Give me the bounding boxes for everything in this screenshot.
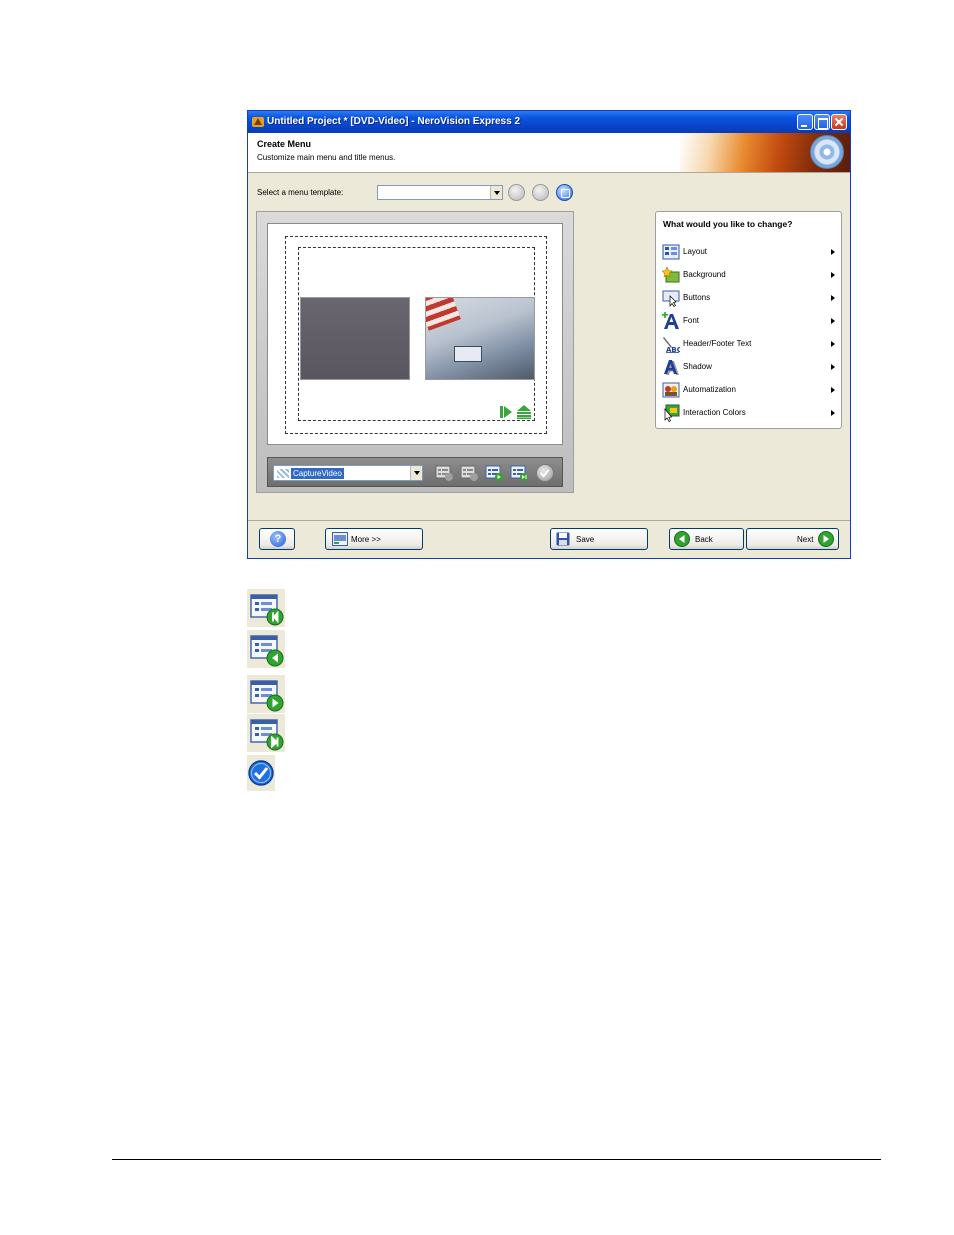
previous-menu-icon[interactable] <box>460 465 479 481</box>
maximize-button[interactable] <box>814 114 830 130</box>
scene-image-detail <box>454 346 482 362</box>
back-button-label: Back <box>695 535 713 544</box>
option-buttons[interactable]: Buttons <box>662 288 838 308</box>
chevron-down-icon[interactable] <box>490 186 502 199</box>
chevron-right-icon <box>831 272 835 278</box>
chevron-right-icon <box>831 387 835 393</box>
preview-toolbar: CaptureVideo <box>267 457 563 487</box>
first-menu-legend-icon <box>247 589 285 627</box>
previous-menu-legend-icon <box>247 630 285 668</box>
background-icon <box>662 266 680 283</box>
font-icon <box>662 312 679 329</box>
chevron-right-icon <box>831 341 835 347</box>
title-bar[interactable]: Untitled Project * [DVD-Video] - NeroVis… <box>248 111 850 133</box>
buttons-icon <box>662 290 680 307</box>
next-menu-icon[interactable] <box>485 465 504 481</box>
check-legend-icon <box>247 755 275 791</box>
template-option-button-2[interactable] <box>532 184 549 201</box>
menu-chip-icon <box>277 469 289 478</box>
next-button-label: Next <box>797 535 814 544</box>
next-button[interactable]: Next <box>746 528 839 550</box>
arrow-right-icon <box>818 531 834 547</box>
flag-image-detail <box>426 298 461 331</box>
more-options-icon <box>332 532 348 546</box>
help-button[interactable]: ? <box>259 528 295 550</box>
option-automatization[interactable]: Automatization <box>662 380 838 400</box>
option-background[interactable]: Background <box>662 265 838 285</box>
help-icon: ? <box>270 531 286 547</box>
option-label: Background <box>683 270 726 279</box>
title-thumbnail-1[interactable] <box>300 297 410 380</box>
menu-nav-buttons <box>499 405 533 419</box>
option-header-footer-text[interactable]: ABC Header/Footer Text <box>662 334 838 354</box>
safe-area-inner <box>298 247 535 421</box>
footer-separator <box>248 520 850 521</box>
chevron-right-icon <box>831 410 835 416</box>
save-button-label: Save <box>576 535 595 544</box>
automatization-icon <box>662 382 680 398</box>
template-option-button-1[interactable] <box>508 184 525 201</box>
more-button[interactable]: More >> <box>325 528 423 550</box>
wizard-header: Create Menu Customize main menu and titl… <box>248 133 850 173</box>
option-label: Header/Footer Text <box>683 339 752 348</box>
header-footer-text-icon: ABC <box>663 337 680 353</box>
chevron-right-icon <box>831 318 835 324</box>
option-label: Font <box>683 316 700 325</box>
title-thumbnail-2[interactable] <box>425 297 535 380</box>
interaction-colors-icon <box>664 404 680 422</box>
option-shadow[interactable]: Shadow <box>662 357 838 377</box>
option-interaction-colors[interactable]: Interaction Colors <box>662 403 838 423</box>
chevron-right-icon <box>831 249 835 255</box>
chevron-right-icon <box>831 364 835 370</box>
svg-text:ABC: ABC <box>666 346 680 353</box>
menu-select[interactable]: CaptureVideo <box>273 465 423 481</box>
option-label: Layout <box>683 247 708 256</box>
change-panel-title: What would you like to change? <box>663 219 793 229</box>
option-font[interactable]: Font <box>662 311 838 331</box>
page-title: Create Menu <box>257 139 312 149</box>
chevron-down-icon[interactable] <box>410 466 422 480</box>
floppy-disk-icon <box>556 532 570 546</box>
last-menu-icon[interactable] <box>510 465 529 481</box>
disc-icon <box>810 135 844 169</box>
minimize-button[interactable] <box>797 114 813 130</box>
close-button[interactable] <box>831 114 847 130</box>
menu-preview-frame: CaptureVideo <box>256 211 574 493</box>
option-label: Buttons <box>683 293 711 302</box>
apply-check-icon[interactable] <box>536 464 554 482</box>
page-subtitle: Customize main menu and title menus. <box>257 153 396 162</box>
layout-icon <box>662 244 680 260</box>
play-icon[interactable] <box>499 405 513 419</box>
header-banner-art <box>680 133 850 172</box>
arrow-left-icon <box>674 531 690 547</box>
menu-preview-canvas <box>267 223 563 445</box>
back-button[interactable]: Back <box>669 528 744 550</box>
top-menu-icon[interactable] <box>516 405 532 419</box>
menu-template-select[interactable] <box>377 185 503 200</box>
template-label: Select a menu template: <box>257 188 344 197</box>
menu-select-value: CaptureVideo <box>291 468 344 479</box>
last-menu-legend-icon <box>247 714 285 752</box>
chevron-right-icon <box>831 295 835 301</box>
nerovision-app-icon <box>252 117 264 127</box>
window-title: Untitled Project * [DVD-Video] - NeroVis… <box>267 116 521 127</box>
change-options-panel: What would you like to change? Layout Ba… <box>655 211 842 429</box>
option-label: Shadow <box>683 362 712 371</box>
option-layout[interactable]: Layout <box>662 242 838 262</box>
option-label: Automatization <box>683 385 736 394</box>
template-option-button-3[interactable] <box>556 184 573 201</box>
first-menu-icon[interactable] <box>435 465 454 481</box>
page-footer-rule <box>112 1159 881 1160</box>
option-label: Interaction Colors <box>683 408 746 417</box>
more-button-label: More >> <box>351 535 381 544</box>
safe-area-outer <box>285 236 547 434</box>
save-button[interactable]: Save <box>550 528 648 550</box>
next-menu-legend-icon <box>247 675 285 713</box>
nerovision-window: Untitled Project * [DVD-Video] - NeroVis… <box>247 110 851 559</box>
shadow-icon <box>664 360 679 375</box>
